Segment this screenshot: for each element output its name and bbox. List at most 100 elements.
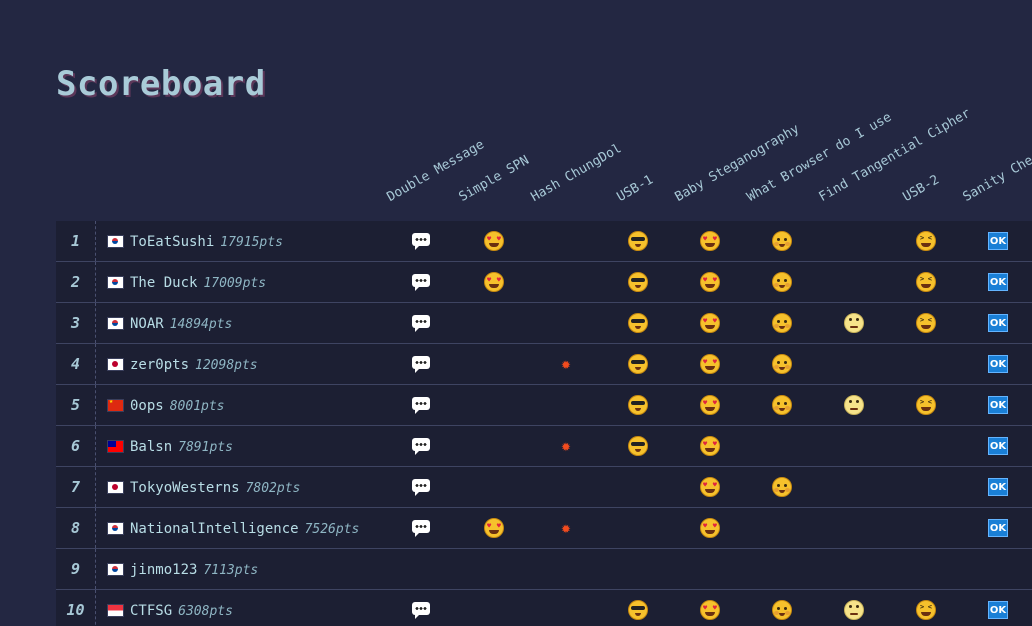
rank-number: 4 — [56, 344, 96, 384]
speech-bubble-icon — [412, 600, 432, 620]
hugging-face-icon — [772, 313, 792, 333]
scoreboard-row: 3 NOAR 14894pts ♥ ♥ > < OK — [56, 303, 1032, 344]
challenge-header[interactable]: USB-1 — [615, 172, 656, 205]
rank-number: 3 — [56, 303, 96, 343]
rank-number: 9 — [56, 549, 96, 589]
sunglasses-face-icon — [628, 313, 648, 333]
sunglasses-face-icon — [628, 272, 648, 292]
heart-eyes-face-icon: ♥ ♥ — [700, 477, 720, 497]
team-info: The Duck 17009pts — [130, 262, 266, 302]
sunglasses-face-icon — [628, 354, 648, 374]
country-flag-icon — [107, 358, 124, 371]
ok-button-icon: OK — [988, 272, 1008, 292]
team-name[interactable]: The Duck — [130, 275, 197, 291]
rolling-eyes-face-icon — [844, 313, 864, 333]
country-flag-icon — [107, 481, 124, 494]
scoreboard-page: Scoreboard Double Message Simple SPN Hash … — [0, 0, 1032, 626]
rank-number: 7 — [56, 467, 96, 507]
team-name[interactable]: CTFSG — [130, 603, 172, 619]
hugging-face-icon — [772, 395, 792, 415]
country-flag-icon — [107, 235, 124, 248]
heart-eyes-face-icon: ♥ ♥ — [700, 436, 720, 456]
collision-icon: ✹ — [561, 518, 571, 537]
rank-number: 2 — [56, 262, 96, 302]
team-name[interactable]: jinmo123 — [130, 562, 197, 578]
team-info: CTFSG 6308pts — [130, 590, 233, 626]
team-name[interactable]: Balsn — [130, 439, 172, 455]
speech-bubble-icon — [412, 272, 432, 292]
team-name[interactable]: 0ops — [130, 398, 164, 414]
ok-button-icon: OK — [988, 231, 1008, 251]
speech-bubble-icon — [412, 231, 432, 251]
team-name[interactable]: ToEatSushi — [130, 234, 214, 250]
ok-button-icon: OK — [988, 436, 1008, 456]
team-name[interactable]: TokyoWesterns — [130, 480, 240, 496]
team-info: ToEatSushi 17915pts — [130, 221, 283, 261]
team-points: 17915pts — [220, 235, 283, 250]
sunglasses-face-icon — [628, 600, 648, 620]
challenge-header[interactable]: Sanity Che — [961, 153, 1032, 205]
challenge-header[interactable]: USB-2 — [901, 172, 942, 205]
scoreboard-row: 6 Balsn 7891pts ✹ ♥ ♥ OK — [56, 426, 1032, 467]
challenge-header[interactable]: Find Tangential Cipher — [817, 106, 974, 205]
scoreboard-row: 8 NationalIntelligence 7526pts ♥ ♥ ✹ ♥ ♥ OK — [56, 508, 1032, 549]
hugging-face-icon — [772, 477, 792, 497]
speech-bubble-icon — [412, 395, 432, 415]
rank-number: 5 — [56, 385, 96, 425]
scoreboard-row: 5 0ops 8001pts ♥♥ >< OK — [56, 385, 1032, 426]
scoreboard-row: 7 TokyoWesterns 7802pts ♥ ♥ OK — [56, 467, 1032, 508]
scoreboard-row: 1 ToEatSushi 17915pts ♥ ♥ ♥ ♥ > < OK — [56, 221, 1032, 262]
team-points: 7526pts — [304, 522, 360, 537]
country-flag-icon — [107, 440, 124, 453]
sunglasses-face-icon — [628, 395, 648, 415]
heart-eyes-face-icon: ♥ ♥ — [700, 231, 720, 251]
heart-eyes-face-icon: ♥ ♥ — [700, 518, 720, 538]
ok-button-icon: OK — [988, 600, 1008, 620]
hugging-face-icon — [772, 272, 792, 292]
team-name[interactable]: zer0pts — [130, 357, 189, 373]
team-points: 12098pts — [195, 358, 258, 373]
ok-button-icon: OK — [988, 354, 1008, 374]
team-info: NationalIntelligence 7526pts — [130, 508, 359, 548]
ok-button-icon: OK — [988, 313, 1008, 333]
ok-button-icon: OK — [988, 395, 1008, 415]
ok-button-icon: OK — [988, 477, 1008, 497]
tired-face-icon: > < — [916, 272, 936, 292]
rank-number: 6 — [56, 426, 96, 466]
sunglasses-face-icon — [628, 231, 648, 251]
team-info: 0ops 8001pts — [130, 385, 225, 425]
country-flag-icon — [107, 317, 124, 330]
sunglasses-face-icon — [628, 436, 648, 456]
country-flag-icon — [107, 399, 124, 412]
challenge-header[interactable]: Hash ChungDol — [529, 141, 625, 205]
ok-button-icon: OK — [988, 518, 1008, 538]
speech-bubble-icon — [412, 436, 432, 456]
team-name[interactable]: NOAR — [130, 316, 164, 332]
scoreboard-row: 10 CTFSG 6308pts ♥ ♥ > < OK — [56, 590, 1032, 626]
team-points: 14894pts — [169, 317, 233, 332]
challenge-header[interactable]: Baby Steganography — [673, 122, 803, 205]
country-flag-icon — [107, 563, 124, 576]
team-info: NOAR 14894pts — [130, 303, 232, 343]
rank-number: 8 — [56, 508, 96, 548]
star-struck-face-icon: ♥ ♥ — [484, 518, 504, 538]
team-points: 6308pts — [178, 604, 233, 619]
star-struck-face-icon: ♥ ♥ — [484, 272, 504, 292]
challenge-header-row: Double Message Simple SPN Hash ChungDol USB… — [0, 0, 1032, 220]
star-struck-face-icon: ♥ ♥ — [484, 231, 504, 251]
scoreboard-row: 4 zer0pts 12098pts ✹ ♥ ♥ OK — [56, 344, 1032, 385]
heart-eyes-face-icon: ♥ ♥ — [700, 313, 720, 333]
tired-face-icon: > < — [916, 313, 936, 333]
collision-icon: ✹ — [561, 354, 571, 373]
tired-face-icon: > < — [916, 600, 936, 620]
team-info: Balsn 7891pts — [130, 426, 233, 466]
hugging-face-icon — [772, 600, 792, 620]
team-info: zer0pts 12098pts — [130, 344, 258, 384]
country-flag-icon — [107, 604, 124, 617]
tired-face-icon: > < — [916, 231, 936, 251]
team-name[interactable]: NationalIntelligence — [130, 521, 299, 537]
scoreboard-table: 1 ToEatSushi 17915pts ♥ ♥ ♥ ♥ > < OK 2 The Duck 1700… — [56, 221, 1032, 626]
team-points: 17009pts — [203, 276, 267, 291]
rank-number: 1 — [56, 221, 96, 261]
scoreboard-row: 9 jinmo123 7113pts — [56, 549, 1032, 590]
